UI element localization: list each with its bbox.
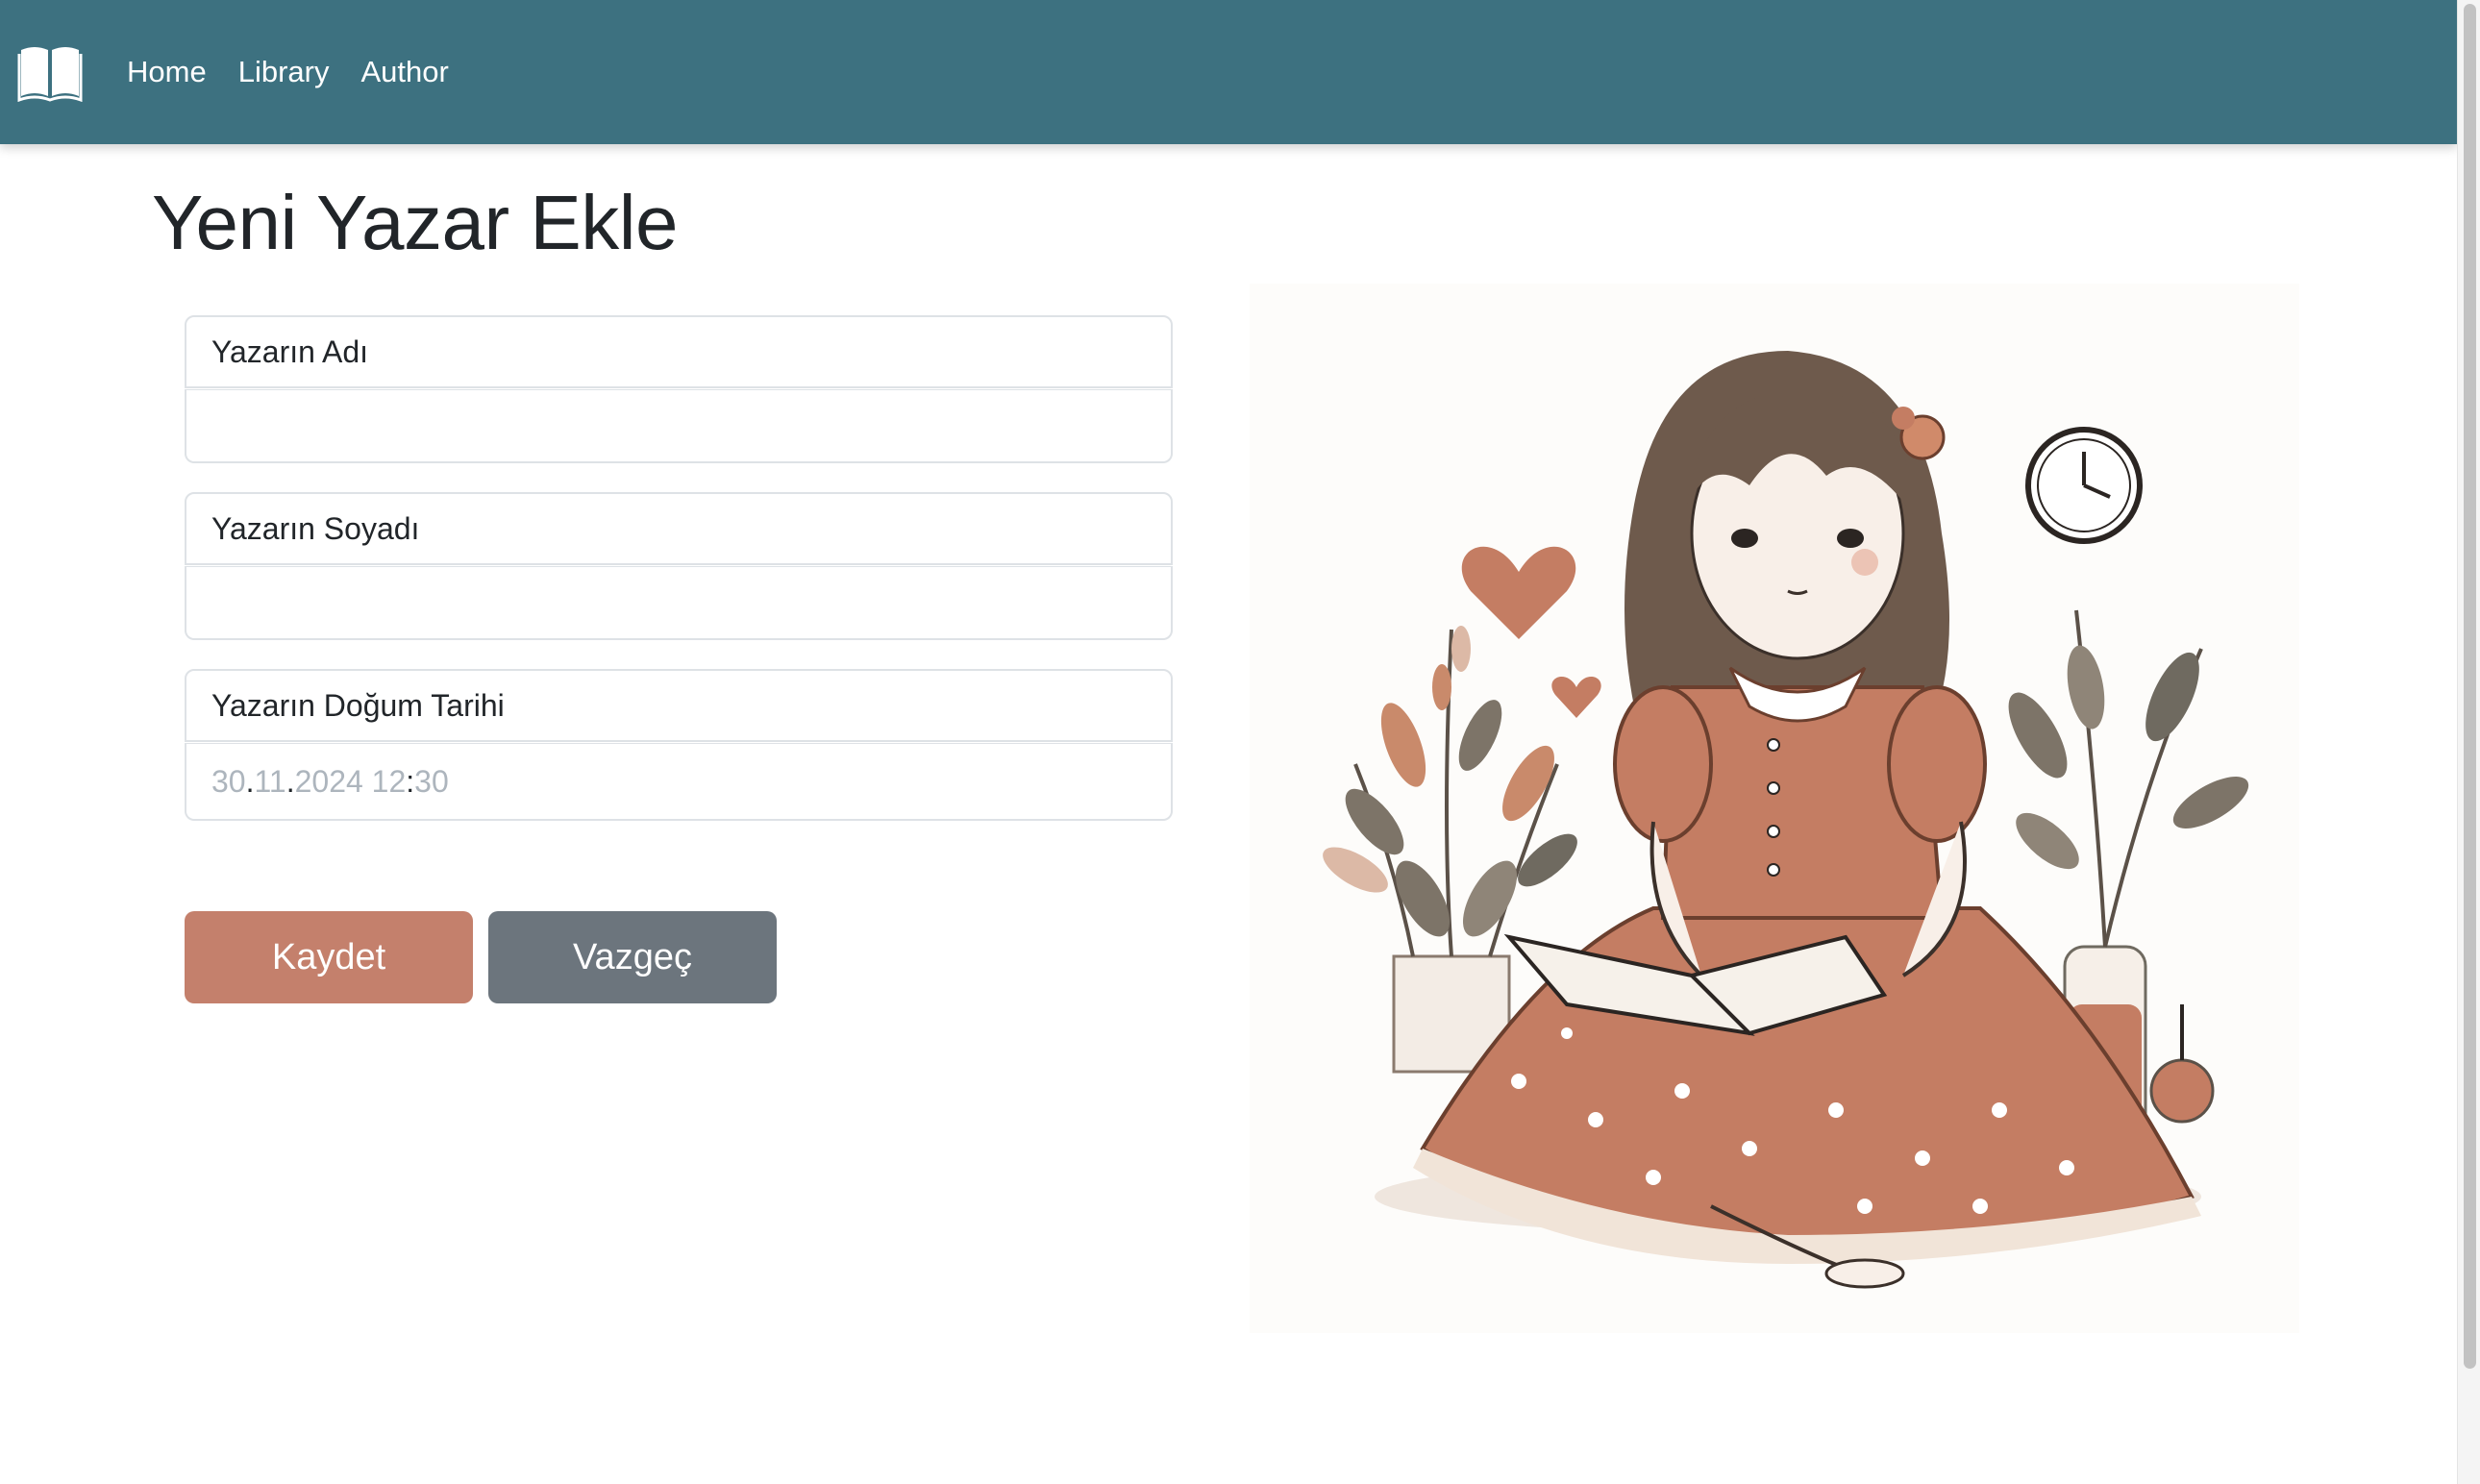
birth-date-label: Yazarın Doğum Tarihi (185, 669, 1173, 742)
open-book-icon[interactable] (17, 40, 83, 103)
last-name-input[interactable] (185, 567, 1173, 640)
last-name-group: Yazarın Soyadı (185, 492, 1173, 640)
save-button[interactable]: Kaydet (185, 911, 473, 1003)
page-title: Yeni Yazar Ekle (152, 180, 678, 265)
top-navbar: Home Library Author (0, 0, 2457, 144)
nav-link-library[interactable]: Library (238, 55, 330, 89)
clock-icon (2025, 427, 2143, 544)
birth-date-minute[interactable]: 30 (414, 764, 449, 800)
date-separator: . (245, 763, 255, 799)
first-name-label: Yazarın Adı (185, 315, 1173, 388)
birth-date-year[interactable]: 2024 (295, 764, 363, 800)
birth-date-day[interactable]: 30 (211, 764, 246, 800)
date-separator: . (285, 763, 295, 799)
cancel-button[interactable]: Vazgeç (488, 911, 777, 1003)
girl-reading-book-illustration (1250, 284, 2299, 1333)
time-separator: : (406, 763, 415, 799)
nav-link-author[interactable]: Author (360, 55, 448, 89)
birth-date-hour[interactable]: 12 (372, 764, 407, 800)
date-space (363, 764, 372, 800)
heart-icon (1461, 546, 1576, 639)
birth-date-input[interactable]: 30. 11. 2024 12:30 (185, 744, 1173, 821)
first-name-input[interactable] (185, 390, 1173, 463)
scrollbar-thumb[interactable] (2464, 4, 2476, 1369)
vertical-scrollbar[interactable] (2457, 0, 2480, 1484)
last-name-label: Yazarın Soyadı (185, 492, 1173, 565)
birth-date-month[interactable]: 11 (254, 764, 285, 800)
nav-link-home[interactable]: Home (127, 55, 207, 89)
birth-date-group: Yazarın Doğum Tarihi 30. 11. 2024 12:30 (185, 669, 1173, 821)
first-name-group: Yazarın Adı (185, 315, 1173, 463)
heart-icon (1551, 676, 1601, 718)
